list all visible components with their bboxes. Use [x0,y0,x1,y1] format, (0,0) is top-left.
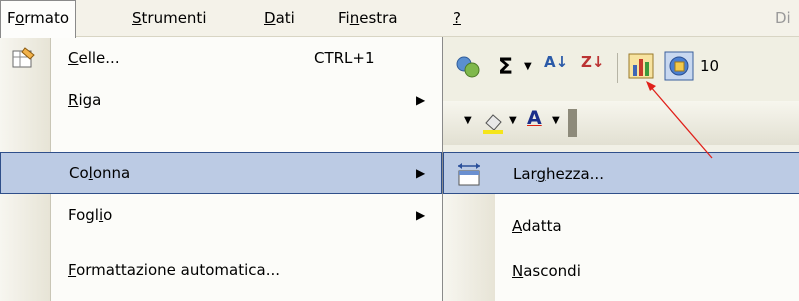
menu-item-formattazione-automatica[interactable]: Formattazione automatica... [51,249,442,291]
hyperlink-icon[interactable] [454,53,482,81]
font-color-icon[interactable]: A [527,107,542,129]
column-submenu: Larghezza... Adatta Nascondi [442,152,799,301]
sort-ascending-icon[interactable]: A↓ [544,53,568,71]
menu-bar-hint: Di [775,9,791,27]
autosum-dropdown-icon[interactable]: ▼ [524,61,532,72]
toolbar-row-standard: Σ ▼ A↓ Z↓ 10 [440,37,799,101]
submenu-arrow-icon: ▶ [416,93,426,107]
menu-dati[interactable]: Dati [258,0,301,36]
menu-item-riga[interactable]: Riga ▶ [51,79,442,121]
submenu-item-larghezza[interactable]: Larghezza... [443,152,799,194]
chart-wizard-icon[interactable] [628,53,654,79]
submenu-item-nascondi[interactable]: Nascondi [443,250,799,292]
menu-bar: Formato Strumenti Dati Finestra ? Di [0,0,799,38]
menu-help[interactable]: ? [447,0,467,36]
menu-formato[interactable]: Formato [0,0,77,38]
submenu-item-adatta[interactable]: Adatta [443,205,799,247]
fill-color-dropdown-icon[interactable]: ▼ [509,115,517,126]
column-width-icon [458,163,480,186]
submenu-arrow-icon: ▶ [416,208,426,222]
toolbar-separator [617,53,618,83]
fill-color-icon[interactable] [480,109,506,135]
menu-item-celle[interactable]: Celle... CTRL+1 [51,37,442,79]
borders-dropdown-icon[interactable]: ▼ [464,115,472,126]
format-cells-icon [12,47,35,68]
sort-descending-icon[interactable]: Z↓ [581,53,604,71]
drawing-icon[interactable] [664,51,694,81]
zoom-value[interactable]: 10 [700,57,719,75]
toolbar-grip[interactable] [568,109,577,137]
toolbar-row-formatting: ▼ ▼ A ▼ [440,101,799,145]
menu-item-foglio[interactable]: Foglio ▶ [51,194,442,236]
menu-item-colonna[interactable]: Colonna ▶ [0,152,442,194]
autosum-icon[interactable]: Σ [498,55,513,80]
menu-strumenti[interactable]: Strumenti [126,0,212,36]
shortcut-label: CTRL+1 [314,49,375,67]
menu-finestra[interactable]: Finestra [332,0,404,36]
submenu-arrow-icon: ▶ [416,166,426,180]
font-color-dropdown-icon[interactable]: ▼ [552,115,560,126]
